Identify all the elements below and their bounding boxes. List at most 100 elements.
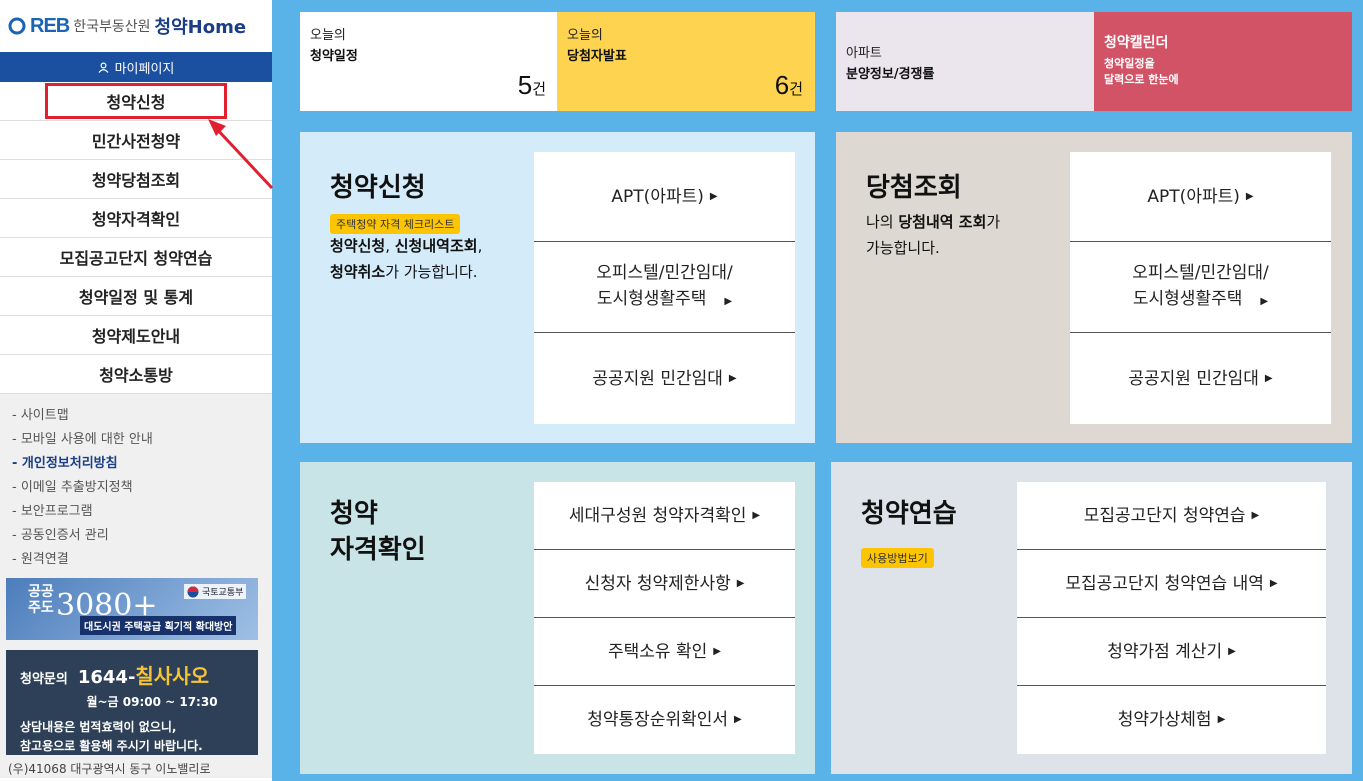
apply-apt-link[interactable]: APT(아파트) ▶ <box>534 152 795 242</box>
qualify-rank-label: 청약통장순위확인서 <box>587 710 729 730</box>
apply-officetel-link[interactable]: 오피스텔/민간임대/도시형생활주택 ▶ <box>534 242 795 333</box>
sidebar-item-winner[interactable]: 청약당첨조회 <box>0 160 272 199</box>
winner-desc-t1: 나의 <box>866 213 899 231</box>
qualify-panel: 청약 자격확인 세대구성원 청약자격확인 ▶ 신청자 청약제한사항 ▶ 주택소유 확… <box>300 462 815 774</box>
apt-info-card[interactable]: 아파트 분양정보/경쟁률 <box>836 12 1096 111</box>
link-email-policy[interactable]: - 이메일 추출방지정책 <box>12 476 262 500</box>
sidebar-item-practice[interactable]: 모집공고단지 청약연습 <box>0 238 272 277</box>
qualify-household-link[interactable]: 세대구성원 청약자격확인 ▶ <box>534 482 795 550</box>
today-winners-count-value: 6 <box>774 70 790 100</box>
apply-desc: 청약신청, 신청내역조회, 청약취소가 가능합니다. <box>330 233 482 285</box>
apply-officetel-line1: 오피스텔/민간임대/ <box>596 262 733 283</box>
apply-public-rental-link[interactable]: 공공지원 민간임대 ▶ <box>534 333 795 424</box>
link-remote[interactable]: - 원격연결 <box>12 548 262 572</box>
apt-info-title: 분양정보/경쟁률 <box>846 67 935 82</box>
mypage-label: 마이페이지 <box>114 61 175 77</box>
winner-menu: APT(아파트) ▶ 오피스텔/민간임대/도시형생활주택 ▶ 공공지원 민간임대 ▶ <box>1070 152 1331 424</box>
qualify-title-line2: 자격확인 <box>330 535 426 565</box>
calendar-card[interactable]: 청약캘린더 청약일정을 달력으로 한눈에 <box>1094 12 1352 111</box>
contact-note-line2: 참고용으로 활용해 주시기 바랍니다. <box>20 739 203 753</box>
apply-officetel-line2: 도시형생활주택 <box>596 288 707 309</box>
link-sitemap[interactable]: - 사이트맵 <box>12 404 262 428</box>
sidebar-item-guide[interactable]: 청약제도안내 <box>0 316 272 355</box>
winner-officetel-line1: 오피스텔/민간임대/ <box>1132 262 1269 283</box>
today-winners-l1: 오늘의 <box>567 28 603 43</box>
apply-panel: 청약신청 주택청약 자격 체크리스트 청약신청, 신청내역조회, 청약취소가 가… <box>300 132 815 443</box>
winner-desc-t3: 가능합니다. <box>866 239 940 257</box>
practice-virtual-label: 청약가상체험 <box>1117 710 1212 730</box>
triangle-right-icon: ▶ <box>728 372 737 384</box>
apply-desc-t2: , <box>477 237 483 255</box>
logo-org: 한국부동산원 <box>73 19 151 35</box>
qualify-menu: 세대구성원 청약자격확인 ▶ 신청자 청약제한사항 ▶ 주택소유 확인 ▶ 청약통장순… <box>534 482 795 754</box>
contact-box: 청약문의 1644-칠사사오 월~금 09:00 ~ 17:30 상담내용은 법… <box>6 650 258 755</box>
sidebar-item-qualify[interactable]: 청약자격확인 <box>0 199 272 238</box>
apply-public-rental-label: 공공지원 민간임대 <box>592 368 723 389</box>
practice-calculator-link[interactable]: 청약가점 계산기 ▶ <box>1017 618 1326 686</box>
triangle-right-icon: ▶ <box>709 190 718 202</box>
sidebar-item-private-pre[interactable]: 민간사전청약 <box>0 121 272 160</box>
today-schedule-count-unit: 건 <box>532 81 546 98</box>
qualify-rank-link[interactable]: 청약통장순위확인서 ▶ <box>534 686 795 754</box>
winner-officetel-link[interactable]: 오피스텔/민간임대/도시형생활주택 ▶ <box>1070 242 1331 333</box>
apply-desc-b1: 청약신청 <box>330 237 386 255</box>
link-security[interactable]: - 보안프로그램 <box>12 500 262 524</box>
sidebar-item-apply[interactable]: 청약신청 <box>0 82 272 121</box>
qualify-restriction-link[interactable]: 신청자 청약제한사항 ▶ <box>534 550 795 618</box>
winner-public-rental-link[interactable]: 공공지원 민간임대 ▶ <box>1070 333 1331 424</box>
contact-note: 상담내용은 법적효력이 없으니, 참고용으로 활용해 주시기 바랍니다. <box>20 718 244 756</box>
winner-officetel-line2: 도시형생활주택 <box>1132 288 1243 309</box>
qualify-ownership-label: 주택소유 확인 <box>608 641 708 662</box>
logo[interactable]: REB 한국부동산원 청약Home <box>0 0 272 52</box>
ministry-badge: 국토교통부 <box>184 584 247 599</box>
winner-desc: 나의 당첨내역 조회가 가능합니다. <box>866 209 1000 261</box>
sidebar-item-schedule[interactable]: 청약일정 및 통계 <box>0 277 272 316</box>
practice-virtual-link[interactable]: 청약가상체험 ▶ <box>1017 686 1326 754</box>
today-schedule-count-value: 5 <box>517 70 533 100</box>
sidebar-item-label: 청약신청 <box>45 83 227 119</box>
sidebar-item-community[interactable]: 청약소통방 <box>0 355 272 394</box>
checklist-badge[interactable]: 주택청약 자격 체크리스트 <box>330 214 461 234</box>
triangle-right-icon: ▶ <box>713 645 721 657</box>
apt-info-l1: 아파트 <box>846 46 882 61</box>
triangle-right-icon: ▶ <box>734 714 742 725</box>
triangle-right-icon: ▶ <box>724 295 733 307</box>
practice-start-link[interactable]: 모집공고단지 청약연습 ▶ <box>1017 482 1326 550</box>
howto-badge[interactable]: 사용방법보기 <box>861 548 934 568</box>
practice-history-link[interactable]: 모집공고단지 청약연습 내역 ▶ <box>1017 550 1326 618</box>
today-schedule-card[interactable]: 오늘의 청약일정 5건 <box>300 12 558 111</box>
qualify-ownership-link[interactable]: 주택소유 확인 ▶ <box>534 618 795 686</box>
today-winners-title: 당첨자발표 <box>567 49 627 64</box>
calendar-sub-line2: 달력으로 한눈에 <box>1104 73 1179 86</box>
apply-title: 청약신청 <box>330 173 426 203</box>
contact-number: 1644-칠사사오 <box>78 660 209 689</box>
today-winners-card[interactable]: 오늘의 당첨자발표 6건 <box>557 12 815 111</box>
address: (우)41068 대구광역시 동구 이노밸리로 <box>8 762 211 776</box>
qualify-household-label: 세대구성원 청약자격확인 <box>568 505 747 526</box>
qualify-title-line1: 청약 <box>330 499 378 529</box>
apply-desc-b3: 청약취소 <box>330 263 386 281</box>
apply-apt-label: APT(아파트) <box>611 186 704 207</box>
link-cert[interactable]: - 공동인증서 관리 <box>12 524 262 548</box>
promo-banner[interactable]: 공공 주도 3080+ 국토교통부 대도시권 주택공급 획기적 확대방안 <box>6 578 258 640</box>
triangle-right-icon: ▶ <box>1251 509 1260 521</box>
contact-hours: 월~금 09:00 ~ 17:30 <box>86 695 218 709</box>
ministry-label: 국토교통부 <box>202 588 244 598</box>
winner-title: 당첨조회 <box>866 173 962 203</box>
practice-title: 청약연습 <box>861 499 957 529</box>
reb-logo-icon <box>8 17 26 35</box>
winner-apt-link[interactable]: APT(아파트) ▶ <box>1070 152 1331 242</box>
link-mobile-guide[interactable]: - 모바일 사용에 대한 안내 <box>12 428 262 452</box>
banner-text-public: 공공 주도 <box>28 584 54 616</box>
logo-home: 청약Home <box>154 17 247 38</box>
calendar-title: 청약캘린더 <box>1104 35 1169 51</box>
calendar-sub-line1: 청약일정을 <box>1104 57 1155 70</box>
today-schedule-l1: 오늘의 <box>310 28 346 43</box>
triangle-right-icon: ▶ <box>1264 372 1273 384</box>
contact-number-prefix: 1644- <box>77 667 136 688</box>
today-schedule-count: 5건 <box>518 70 546 101</box>
winner-desc-t2: 가 <box>986 213 1001 231</box>
banner-caption: 대도시권 주택공급 획기적 확대방안 <box>80 616 237 635</box>
mypage-button[interactable]: 마이페이지 <box>0 52 272 82</box>
link-privacy[interactable]: - 개인정보처리방침 <box>12 452 262 476</box>
